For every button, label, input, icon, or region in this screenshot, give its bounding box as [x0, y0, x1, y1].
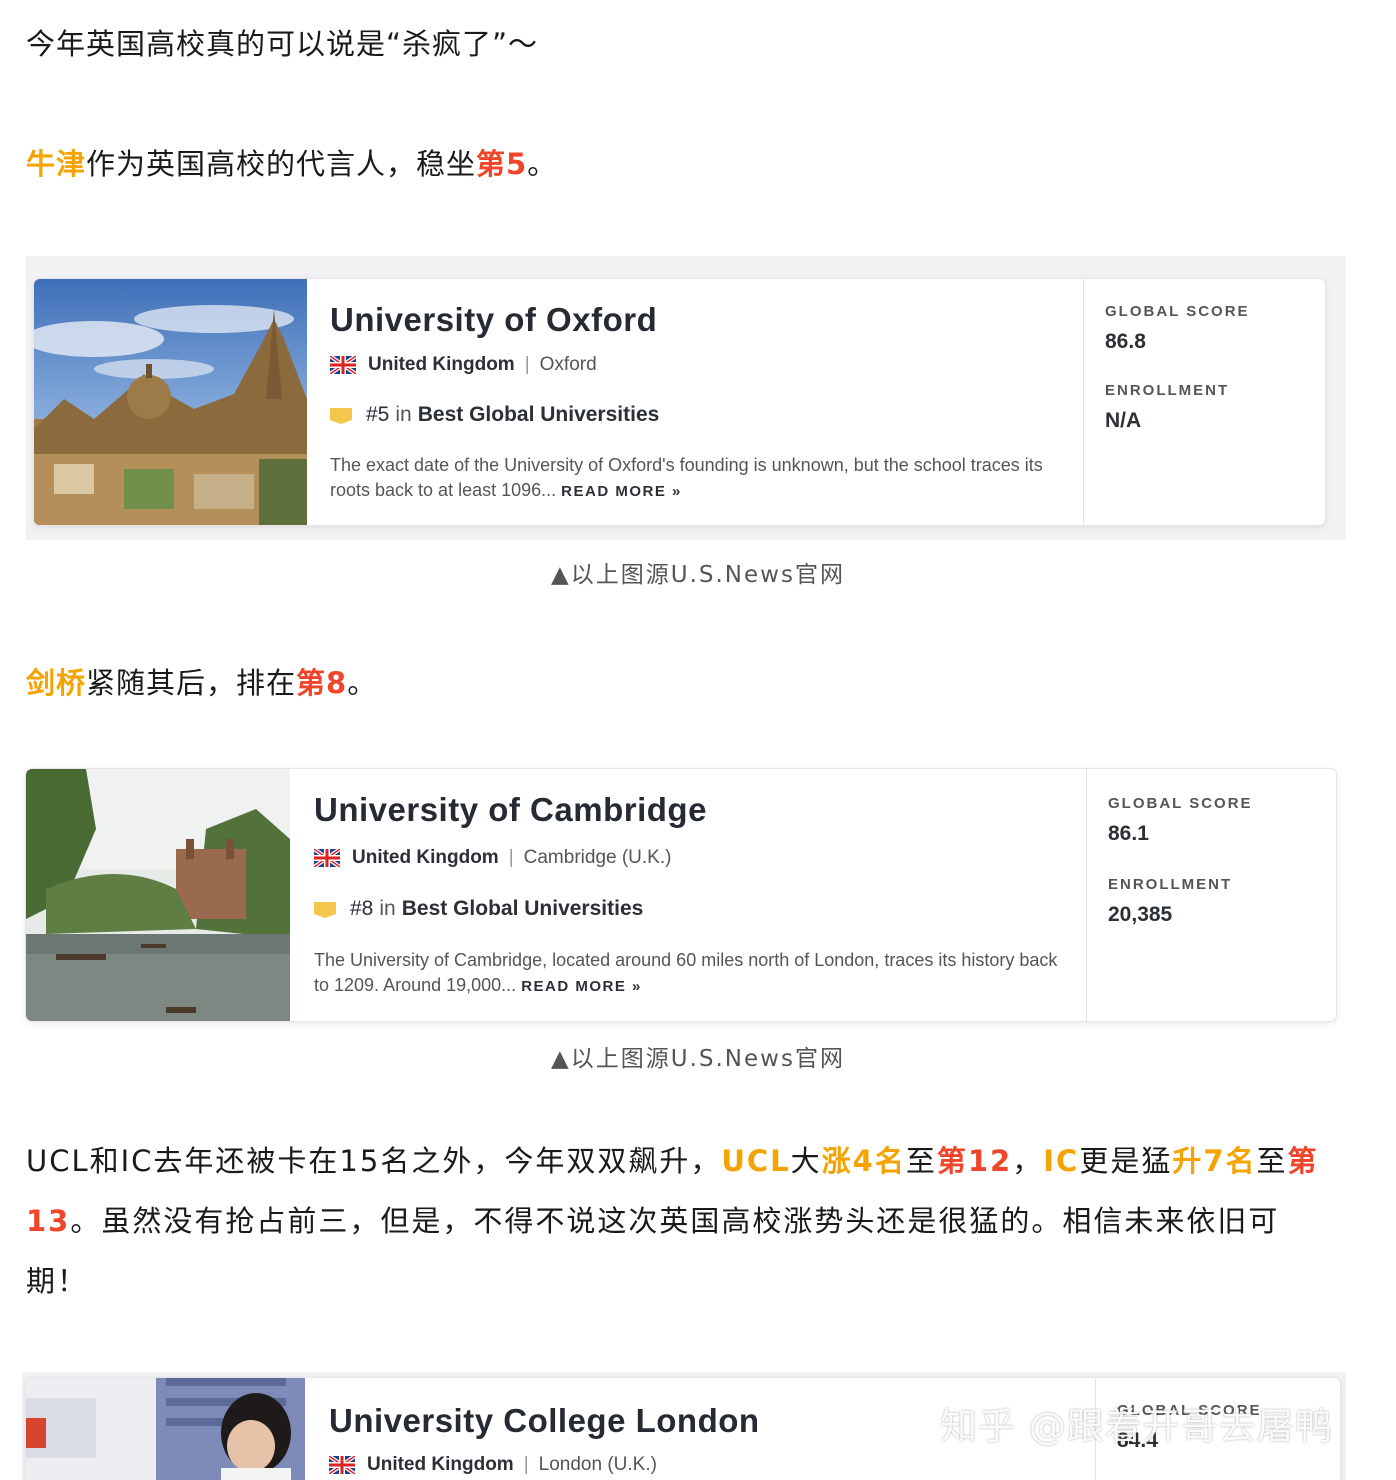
oxford-paragraph: 牛津作为英国高校的代言人，稳坐第5。	[26, 134, 557, 194]
cambridge-city: Cambridge (U.K.)	[523, 847, 672, 868]
enrollment-label: ENROLLMENT	[1105, 382, 1230, 399]
ucl-text-7: 。虽然没有抢占前三，但是，不得不说这次英国高校涨势头还是很猛的。相信未来依旧可	[70, 1204, 1280, 1238]
ucl-text-2: 大	[790, 1144, 822, 1178]
cambridge-body: University of Cambridge United Kingdom |…	[290, 769, 1086, 1021]
ucl-text-6: 至	[1256, 1144, 1288, 1178]
ucl-highlight: UCL	[721, 1144, 791, 1178]
uk-flag-icon	[329, 1456, 355, 1474]
cambridge-card[interactable]: University of Cambridge United Kingdom |…	[26, 769, 1336, 1021]
cambridge-text: 紧随其后，排在	[86, 666, 297, 700]
oxford-rank-number: #5	[366, 403, 390, 426]
cambridge-rank-category[interactable]: Best Global Universities	[402, 897, 644, 921]
ucl-city: London (U.K.)	[538, 1454, 657, 1475]
cambridge-stats: GLOBAL SCORE 86.1 ENROLLMENT 20,385	[1086, 769, 1336, 1021]
enrollment-value: 20,385	[1108, 903, 1173, 926]
cambridge-end: 。	[347, 666, 378, 700]
image-caption: ▲以上图源U.S.News官网	[551, 1046, 845, 1072]
enrollment-value: N/A	[1105, 409, 1142, 432]
cambridge-highlight: 剑桥	[26, 666, 87, 700]
cambridge-description: The University of Cambridge, located aro…	[314, 948, 1064, 999]
uk-flag-icon	[314, 849, 340, 867]
ucl-location: United Kingdom | London (U.K.)	[329, 1454, 657, 1476]
oxford-city: Oxford	[539, 354, 597, 375]
ucl-text-5: 更是猛	[1079, 1144, 1173, 1178]
ucl-text-1: UCL和IC去年还被卡在15名之外，今年双双飙升，	[26, 1144, 722, 1178]
ucl-text-3: 至	[905, 1144, 937, 1178]
oxford-photo	[34, 279, 307, 525]
global-score-label: GLOBAL SCORE	[1105, 303, 1250, 320]
oxford-body: University of Oxford United Kingdom | Ox…	[307, 279, 1083, 525]
oxford-text: 作为英国高校的代言人，稳坐	[86, 147, 477, 181]
location-separator: |	[524, 354, 530, 375]
oxford-rank-line: #5 in Best Global Universities	[330, 403, 659, 427]
oxford-country: United Kingdom	[368, 354, 515, 375]
ucl-photo	[26, 1378, 305, 1480]
ucl-ic-paragraph: UCL和IC去年还被卡在15名之外，今年双双飙升，UCL大涨4名至第12，IC更…	[26, 1131, 1356, 1311]
ucl-rise: 涨4名	[821, 1144, 906, 1178]
cambridge-rank-number: #8	[350, 897, 374, 920]
ucl-rank: 第12	[936, 1144, 1013, 1178]
location-separator: |	[508, 847, 514, 868]
cambridge-read-more-link[interactable]: READ MORE »	[521, 978, 642, 995]
cambridge-name[interactable]: University of Cambridge	[314, 791, 707, 829]
image-caption: ▲以上图源U.S.News官网	[551, 562, 845, 588]
oxford-read-more-link[interactable]: READ MORE »	[561, 483, 682, 500]
intro-paragraph: 今年英国高校真的可以说是“杀疯了”～	[26, 14, 538, 74]
oxford-end: 。	[527, 147, 558, 181]
oxford-rank-in: in	[395, 403, 412, 426]
global-score-value: 86.8	[1105, 330, 1146, 353]
oxford-rank: 第5	[476, 147, 528, 181]
location-separator: |	[523, 1454, 529, 1475]
oxford-stats: GLOBAL SCORE 86.8 ENROLLMENT N/A	[1083, 279, 1325, 525]
ic-highlight: IC	[1043, 1144, 1080, 1178]
cambridge-rank: 第8	[296, 666, 348, 700]
ranking-badge-icon	[314, 902, 336, 918]
cambridge-desc-text: The University of Cambridge, located aro…	[314, 950, 1058, 995]
oxford-card[interactable]: University of Oxford United Kingdom | Ox…	[34, 279, 1325, 525]
oxford-desc-text: The exact date of the University of Oxfo…	[330, 455, 1043, 500]
cambridge-rank-line: #8 in Best Global Universities	[314, 897, 643, 921]
ic-rank-prefix: 第	[1287, 1144, 1319, 1178]
ucl-text-4: ，	[1012, 1144, 1044, 1178]
ucl-country: United Kingdom	[367, 1454, 514, 1475]
cambridge-photo	[26, 769, 290, 1021]
intro-text: 今年英国高校真的可以说是“杀疯了”～	[26, 27, 539, 61]
ranking-badge-icon	[330, 408, 352, 424]
cambridge-rank-in: in	[379, 897, 396, 920]
cambridge-paragraph: 剑桥紧随其后，排在第8。	[26, 653, 377, 713]
oxford-name[interactable]: University of Oxford	[330, 301, 657, 339]
oxford-rank-category[interactable]: Best Global Universities	[418, 403, 660, 427]
global-score-value: 86.1	[1108, 822, 1149, 845]
oxford-highlight: 牛津	[26, 147, 87, 181]
oxford-location: United Kingdom | Oxford	[330, 354, 597, 376]
ic-rise: 升7名	[1172, 1144, 1257, 1178]
oxford-description: The exact date of the University of Oxfo…	[330, 453, 1070, 504]
ucl-text-8: 期！	[26, 1264, 89, 1298]
cambridge-country: United Kingdom	[352, 847, 499, 868]
uk-flag-icon	[330, 356, 356, 374]
ucl-name[interactable]: University College London	[329, 1402, 760, 1440]
global-score-label: GLOBAL SCORE	[1108, 795, 1253, 812]
cambridge-location: United Kingdom | Cambridge (U.K.)	[314, 847, 671, 869]
ic-rank-number: 13	[26, 1204, 71, 1238]
enrollment-label: ENROLLMENT	[1108, 876, 1233, 893]
zhihu-watermark: 知乎 @跟着开哥去屠鸭	[940, 1405, 1333, 1448]
